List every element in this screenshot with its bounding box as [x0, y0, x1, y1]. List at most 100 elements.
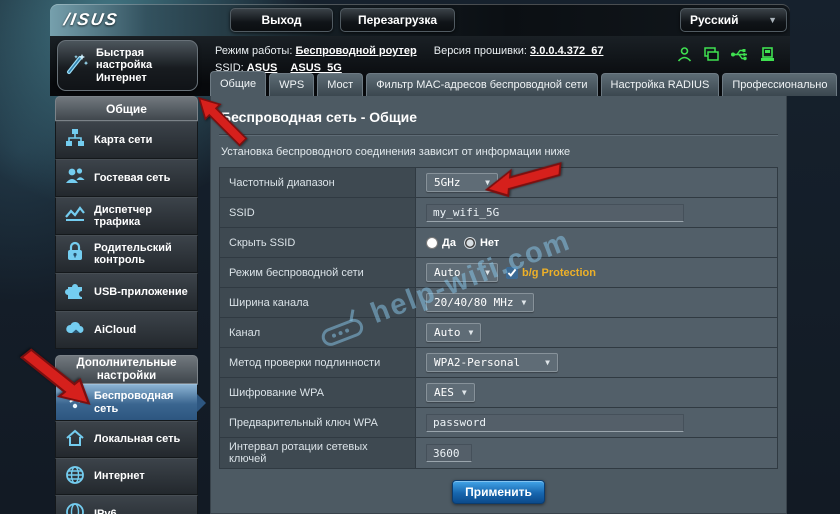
house-icon [64, 427, 86, 452]
field-label: Режим беспроводной сети [220, 258, 416, 287]
sidebar-item-label: Беспроводная сеть [94, 390, 189, 414]
apply-button[interactable]: Применить [452, 480, 545, 504]
field-label: Шифрование WPA [220, 378, 416, 407]
page-title: Беспроводная сеть - Общие [221, 109, 776, 125]
row-ssid: SSID [220, 198, 777, 228]
globe-icon [64, 501, 86, 514]
magic-wand-icon [64, 51, 90, 81]
row-channel: Канал Auto ▼ [220, 318, 777, 348]
sidebar-item-aicloud[interactable]: AiCloud [55, 311, 198, 349]
top-bar: /ISUS Выход Перезагрузка Русский ▼ [50, 4, 790, 36]
sidebar-item-guest-network[interactable]: Гостевая сеть [55, 159, 198, 197]
field-label: Метод проверки подлинности [220, 348, 416, 377]
sidebar-item-label: Интернет [94, 470, 145, 482]
settings-table: Частотный диапазон 5GHz ▼ SSID Скрыть SS… [219, 167, 778, 469]
lock-icon [64, 241, 86, 266]
mode-link[interactable]: Беспроводной роутер [295, 45, 416, 57]
quick-setup-button[interactable]: Быстрая настройка Интернет [57, 40, 198, 91]
globe-icon [64, 464, 86, 489]
quick-setup-label: Быстрая настройка Интернет [96, 47, 191, 85]
wpa-encryption-select[interactable]: AES ▼ [426, 383, 475, 402]
guest-network-icon [64, 165, 86, 190]
logout-button[interactable]: Выход [230, 8, 333, 32]
chevron-down-icon: ▼ [545, 358, 550, 367]
tab-wps[interactable]: WPS [269, 73, 314, 96]
sidebar-item-label: IPv6 [94, 508, 117, 514]
traffic-manager-icon [64, 203, 86, 228]
sidebar-item-traffic-manager[interactable]: Диспетчер трафика [55, 197, 198, 235]
row-hide-ssid: Скрыть SSID Да Нет [220, 228, 777, 258]
sidebar-item-label: Гостевая сеть [94, 172, 170, 184]
firmware-link[interactable]: 3.0.0.4.372_67 [530, 45, 603, 57]
sidebar: Общие Карта сети Го [55, 96, 198, 514]
checkbox[interactable] [506, 267, 518, 279]
sidebar-item-lan[interactable]: Локальная сеть [55, 421, 198, 458]
channel-width-select[interactable]: 20/40/80 MHz ▼ [426, 293, 534, 312]
language-dropdown[interactable]: Русский ▼ [680, 8, 787, 32]
auth-method-select[interactable]: WPA2-Personal ▼ [426, 353, 558, 372]
tab-general[interactable]: Общие [210, 71, 266, 96]
row-wpa-key: Предварительный ключ WPA [220, 408, 777, 438]
sidebar-item-ipv6[interactable]: IPv6 [55, 495, 198, 514]
tab-professional[interactable]: Профессионально [722, 73, 837, 96]
key-rotation-input[interactable] [426, 444, 472, 462]
radio-yes[interactable] [426, 237, 438, 249]
bg-protection-checkbox[interactable]: b/g Protection [506, 267, 596, 279]
sidebar-item-label: Родительский контроль [94, 242, 189, 266]
sidebar-item-label: Карта сети [94, 134, 152, 146]
field-label: Ширина канала [220, 288, 416, 317]
sidebar-item-parental-control[interactable]: Родительский контроль [55, 235, 198, 273]
client-status-icon[interactable] [676, 46, 693, 63]
printer-status-icon[interactable] [759, 46, 776, 63]
sidebar-item-wan[interactable]: Интернет [55, 458, 198, 495]
cloud-icon [64, 317, 86, 342]
sidebar-item-label: Локальная сеть [94, 433, 180, 445]
mode-label: Режим работы: [215, 45, 292, 57]
wireless-tabbar: Общие WPS Мост Фильтр MAC-адресов беспро… [210, 71, 837, 96]
wireless-general-panel: Беспроводная сеть - Общие Установка бесп… [210, 96, 787, 514]
wireless-mode-select[interactable]: Auto ▼ [426, 263, 498, 282]
puzzle-icon [64, 279, 86, 304]
chevron-down-icon: ▼ [521, 298, 526, 307]
tab-radius[interactable]: Настройка RADIUS [601, 73, 720, 96]
channel-select[interactable]: Auto ▼ [426, 323, 481, 342]
page-description: Установка беспроводного соединения завис… [221, 146, 776, 158]
router-admin-page: /ISUS Выход Перезагрузка Русский ▼ Быстр… [0, 0, 840, 514]
row-channel-width: Ширина канала 20/40/80 MHz ▼ [220, 288, 777, 318]
sidebar-item-label: USB-приложение [94, 286, 188, 298]
status-icons [676, 46, 776, 63]
field-label: Частотный диапазон [220, 168, 416, 197]
hide-ssid-yes-radio[interactable]: Да [426, 237, 456, 249]
chevron-down-icon: ▼ [768, 15, 777, 25]
sidebar-item-network-map[interactable]: Карта сети [55, 121, 198, 159]
firmware-label: Версия прошивки: [434, 45, 527, 57]
wpa-key-input[interactable] [426, 414, 684, 432]
usb-status-icon[interactable] [730, 46, 749, 63]
field-label: Интервал ротации сетевых ключей [220, 438, 416, 468]
sidebar-item-wireless[interactable]: Беспроводная сеть [55, 384, 198, 421]
row-wpa-encryption: Шифрование WPA AES ▼ [220, 378, 777, 408]
language-label: Русский [690, 13, 739, 27]
sidebar-header-general: Общие [55, 96, 198, 121]
tab-bridge[interactable]: Мост [317, 73, 363, 96]
sidebar-item-label: Диспетчер трафика [94, 204, 189, 228]
ssid-input[interactable] [426, 204, 684, 222]
chevron-down-icon: ▼ [485, 268, 490, 277]
hide-ssid-no-radio[interactable]: Нет [464, 237, 499, 249]
chevron-down-icon: ▼ [469, 328, 474, 337]
row-auth-method: Метод проверки подлинности WPA2-Personal… [220, 348, 777, 378]
chevron-down-icon: ▼ [485, 178, 490, 187]
frequency-band-select[interactable]: 5GHz ▼ [426, 173, 498, 192]
sidebar-header-advanced: Дополнительные настройки [55, 355, 198, 384]
field-label: Скрыть SSID [220, 228, 416, 257]
radio-no[interactable] [464, 237, 476, 249]
wifi-icon [64, 390, 86, 415]
network-clients-icon[interactable] [703, 46, 720, 63]
chevron-down-icon: ▼ [462, 388, 467, 397]
row-frequency-band: Частотный диапазон 5GHz ▼ [220, 168, 777, 198]
reboot-button[interactable]: Перезагрузка [340, 8, 455, 32]
tab-mac-filter[interactable]: Фильтр MAC-адресов беспроводной сети [366, 73, 597, 96]
asus-logo: /ISUS [62, 10, 120, 30]
sidebar-item-label: AiCloud [94, 324, 136, 336]
sidebar-item-usb-application[interactable]: USB-приложение [55, 273, 198, 311]
